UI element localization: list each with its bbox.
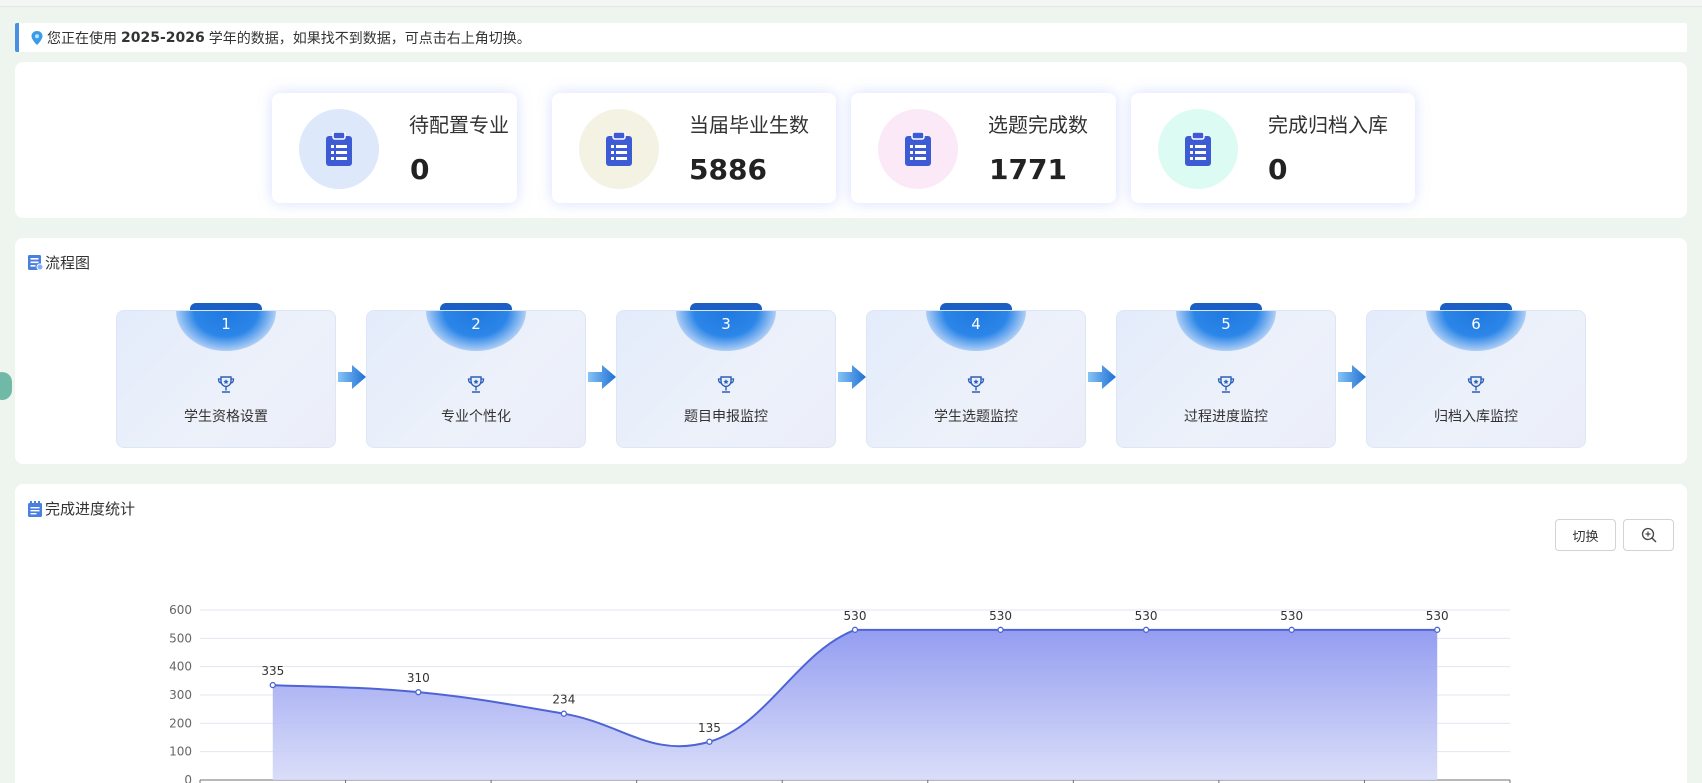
step-label: 专业个性化 xyxy=(441,409,511,425)
y-tick-label: 600 xyxy=(169,603,192,617)
data-label: 234 xyxy=(552,693,575,707)
data-point xyxy=(1142,626,1150,633)
notice-year: 2025-2026 xyxy=(121,29,205,46)
progress-chart: 0 100 200 300 400 500 600 335 310 234 135 530 530 530… xyxy=(169,603,1511,783)
step-number: 5 xyxy=(1221,315,1231,333)
step-number: 4 xyxy=(971,315,981,333)
stat-label: 完成归档入库 xyxy=(1268,113,1388,137)
step-label: 过程进度监控 xyxy=(1184,409,1268,425)
trophy-icon xyxy=(216,375,236,399)
stat-card-topic-selected[interactable]: 选题完成数 1771 xyxy=(851,93,1116,203)
academic-year-notice: 您正在使用 2025-2026 学年的数据，如果找不到数据，可点击右上角切换。 xyxy=(15,23,1687,52)
trophy-icon xyxy=(966,375,986,399)
data-point xyxy=(269,681,276,689)
document-list-icon xyxy=(28,255,43,270)
stat-card-graduates[interactable]: 当届毕业生数 5886 xyxy=(552,93,836,203)
trophy-icon xyxy=(1216,375,1236,399)
data-label: 310 xyxy=(407,671,430,685)
flow-section-title: 流程图 xyxy=(28,252,90,273)
step-number: 3 xyxy=(721,315,731,333)
y-tick-label: 400 xyxy=(169,660,192,674)
clipboard-icon xyxy=(1185,132,1211,166)
notice-prefix: 您正在使用 xyxy=(47,30,117,47)
data-label: 530 xyxy=(1135,609,1158,623)
data-label: 530 xyxy=(1426,609,1449,623)
area-fill xyxy=(272,629,1438,780)
clipboard-icon xyxy=(326,132,352,166)
y-tick-label: 200 xyxy=(169,716,192,730)
flow-step-4[interactable]: 4 学生选题监控 xyxy=(866,310,1086,448)
data-point xyxy=(706,738,713,745)
data-point xyxy=(1434,626,1441,633)
arrow-right-icon xyxy=(838,364,866,394)
location-pin-icon xyxy=(31,30,43,45)
step-number: 1 xyxy=(221,315,231,333)
flow-step-5[interactable]: 5 过程进度监控 xyxy=(1116,310,1336,448)
stat-label: 选题完成数 xyxy=(988,113,1088,137)
step-number: 2 xyxy=(471,315,481,333)
clipboard-icon xyxy=(905,132,931,166)
flow-step-2[interactable]: 2 专业个性化 xyxy=(366,310,586,448)
stat-value: 0 xyxy=(410,153,430,186)
data-point xyxy=(415,689,422,696)
step-number: 6 xyxy=(1471,315,1481,333)
data-label: 335 xyxy=(261,664,284,678)
data-label: 530 xyxy=(844,609,867,623)
data-point xyxy=(997,626,1004,633)
stat-icon-circle xyxy=(299,109,379,189)
flow-step-6[interactable]: 6 归档入库监控 xyxy=(1366,310,1586,448)
step-label: 归档入库监控 xyxy=(1434,409,1518,425)
y-tick-label: 500 xyxy=(169,631,192,645)
arrow-right-icon xyxy=(338,364,366,394)
stat-label: 待配置专业 xyxy=(409,113,509,137)
step-label: 学生选题监控 xyxy=(934,409,1018,425)
y-tick-label: 0 xyxy=(184,773,192,783)
stat-icon-circle xyxy=(1158,109,1238,189)
stat-icon-circle xyxy=(878,109,958,189)
step-label: 学生资格设置 xyxy=(184,409,268,425)
data-label: 135 xyxy=(698,721,721,735)
arrow-right-icon xyxy=(1088,364,1116,394)
stats-panel: 待配置专业 0 当届毕业生数 5886 选题完成数 1771 完成归档入库 0 xyxy=(15,62,1687,218)
y-tick-label: 300 xyxy=(169,688,192,702)
data-point xyxy=(1288,626,1295,633)
flow-step-3[interactable]: 3 题目申报监控 xyxy=(616,310,836,448)
top-bar xyxy=(0,0,1702,7)
arrow-right-icon xyxy=(588,364,616,394)
flow-step-1[interactable]: 1 学生资格设置 xyxy=(116,310,336,448)
clipboard-icon xyxy=(606,132,632,166)
stat-value: 1771 xyxy=(989,153,1067,186)
data-label: 530 xyxy=(989,609,1012,623)
stat-card-pending-majors[interactable]: 待配置专业 0 xyxy=(272,93,517,203)
side-drawer-handle[interactable] xyxy=(0,372,12,400)
trophy-icon xyxy=(716,375,736,399)
data-label: 530 xyxy=(1280,609,1303,623)
stat-value: 0 xyxy=(1268,153,1288,186)
stat-card-archived[interactable]: 完成归档入库 0 xyxy=(1131,93,1415,203)
data-point xyxy=(560,710,568,717)
y-tick-label: 100 xyxy=(169,745,192,759)
stat-label: 当届毕业生数 xyxy=(689,113,809,137)
data-point xyxy=(851,626,859,633)
flow-title: 流程图 xyxy=(45,254,91,272)
trophy-icon xyxy=(1466,375,1486,399)
stat-icon-circle xyxy=(579,109,659,189)
progress-panel: 完成进度统计 切换 0 100 200 300 400 500 600 335 310 234 13… xyxy=(15,484,1687,783)
trophy-icon xyxy=(466,375,486,399)
flow-panel: 流程图 1 学生资格设置 2 专业个性化 3 题目申报监控 4 学生选题监控 5 过程进度监控 6 归… xyxy=(15,238,1687,464)
stat-value: 5886 xyxy=(689,153,767,186)
step-label: 题目申报监控 xyxy=(684,409,768,425)
arrow-right-icon xyxy=(1338,364,1366,394)
notice-suffix: 学年的数据，如果找不到数据，可点击右上角切换。 xyxy=(208,30,531,47)
